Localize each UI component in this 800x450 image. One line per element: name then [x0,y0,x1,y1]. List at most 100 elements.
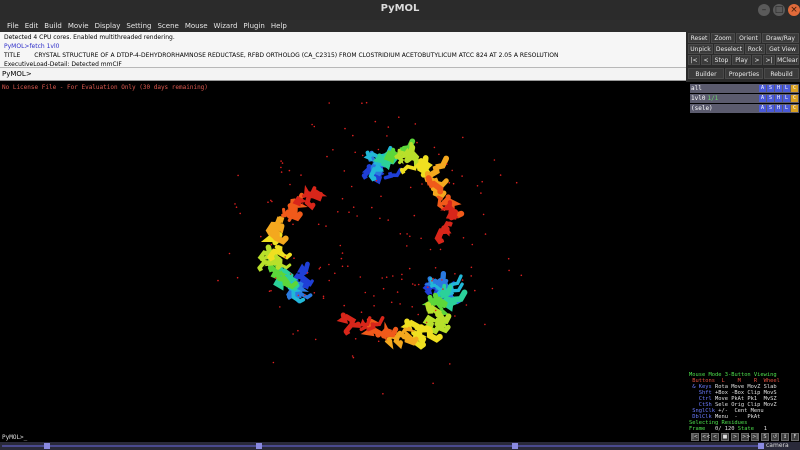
water-molecule [398,116,400,118]
stop-button[interactable]: Stop [712,55,731,65]
water-molecule [381,277,384,279]
water-molecule [268,290,271,292]
object-row-sele[interactable]: (sele) A S H L C [690,104,799,113]
keyframe-marker[interactable] [758,443,764,449]
molecule-viewer[interactable]: No License File - For Evaluation Only (3… [0,82,689,433]
playback-button[interactable]: F [791,433,799,441]
menu-edit[interactable]: Edit [22,20,42,32]
water-molecule [382,393,384,395]
movie-timeline[interactable]: camera [0,442,800,450]
hide-button[interactable]: H [775,85,782,92]
label-button[interactable]: L [783,85,790,92]
get-view-button[interactable]: Get View [766,44,799,54]
water-molecule [461,279,464,281]
water-molecule [281,162,284,164]
water-molecule [399,303,401,305]
menu-build[interactable]: Build [41,20,65,32]
menu-movie[interactable]: Movie [65,20,92,32]
menu-setting[interactable]: Setting [123,20,154,32]
menu-scene[interactable]: Scene [154,20,181,32]
color-button[interactable]: C [791,95,798,102]
menu-help[interactable]: Help [268,20,290,32]
rewind-button[interactable]: |< [688,55,700,65]
water-molecule [361,154,364,157]
end-button[interactable]: >| [763,55,775,65]
mouse-mode-panel: Mouse Mode 3-Button Viewing Buttons L M … [689,372,800,432]
menu-file[interactable]: File [4,20,22,32]
helix-segment [274,244,292,260]
playback-button[interactable]: ↺ [771,433,779,441]
back-button[interactable]: < [701,55,711,65]
forward-button[interactable]: > [752,55,762,65]
builder-button[interactable]: Builder [688,68,724,79]
show-button[interactable]: S [767,105,774,112]
orient-button[interactable]: Orient [736,33,761,43]
water-molecule [434,267,437,269]
water-molecule [304,294,306,297]
playback-button[interactable]: >| [751,433,759,441]
water-molecule [270,289,272,292]
play-button[interactable]: Play [732,55,751,65]
menu-display[interactable]: Display [92,20,124,32]
command-row: PyMOL> [0,68,686,81]
water-molecule [385,276,388,278]
rebuild-button[interactable]: Rebuild [764,68,799,79]
action-button[interactable]: A [759,95,766,102]
draw-ray-button[interactable]: Draw/Ray [762,33,799,43]
minimize-button[interactable]: – [758,4,770,16]
playback-button[interactable]: S [761,433,769,441]
timeline-track[interactable] [2,445,762,447]
label-button[interactable]: L [783,105,790,112]
water-molecule [387,219,390,221]
hide-button[interactable]: H [775,105,782,112]
close-button[interactable]: × [788,4,800,16]
water-molecule [377,148,380,151]
menu-plugin[interactable]: Plugin [240,20,267,32]
license-notice: No License File - For Evaluation Only (3… [2,84,208,91]
playback-button[interactable]: ↕ [781,433,789,441]
water-molecule [454,273,456,275]
properties-button[interactable]: Properties [725,68,763,79]
maximize-button[interactable]: □ [773,4,785,16]
color-button[interactable]: C [791,85,798,92]
hide-button[interactable]: H [775,95,782,102]
rock-button[interactable]: Rock [745,44,765,54]
water-molecule [417,283,420,286]
action-button[interactable]: A [759,85,766,92]
water-molecule [437,233,440,235]
zoom-button[interactable]: Zoom [711,33,735,43]
object-row-all[interactable]: all A S H L C [690,84,799,93]
command-input[interactable] [26,69,682,79]
playback-button[interactable]: |< [691,433,699,441]
water-molecule [465,304,468,306]
viewer-command-line[interactable]: PyMOL>_ [0,433,689,442]
water-molecule [515,181,518,184]
helix-segment [343,321,361,336]
show-button[interactable]: S [767,95,774,102]
water-molecule [307,193,310,195]
keyframe-marker[interactable] [256,443,262,449]
playback-button[interactable]: ■ [721,433,729,441]
deselect-button[interactable]: Deselect [714,44,744,54]
playback-button[interactable]: > [731,433,739,441]
playback-button[interactable]: >> [741,433,750,441]
keyframe-marker[interactable] [44,443,50,449]
reset-button[interactable]: Reset [688,33,710,43]
action-button[interactable]: A [759,105,766,112]
keyframe-marker[interactable] [512,443,518,449]
menu-wizard[interactable]: Wizard [211,20,241,32]
water-molecule [507,257,510,260]
object-row-1vl0[interactable]: 1vl0 1/1 A S H L C [690,94,799,103]
menu-mouse[interactable]: Mouse [182,20,211,32]
water-molecule [341,197,344,200]
color-button[interactable]: C [791,105,798,112]
mclear-button[interactable]: MClear [776,55,799,65]
unpick-button[interactable]: Unpick [688,44,713,54]
log-line: ExecutiveLoad-Detail: Detected mmCIF [4,61,122,68]
playback-button[interactable]: << [701,433,710,441]
water-molecule [379,217,381,220]
playback-button[interactable]: < [711,433,719,441]
show-button[interactable]: S [767,85,774,92]
helix-segment [301,275,314,287]
label-button[interactable]: L [783,95,790,102]
